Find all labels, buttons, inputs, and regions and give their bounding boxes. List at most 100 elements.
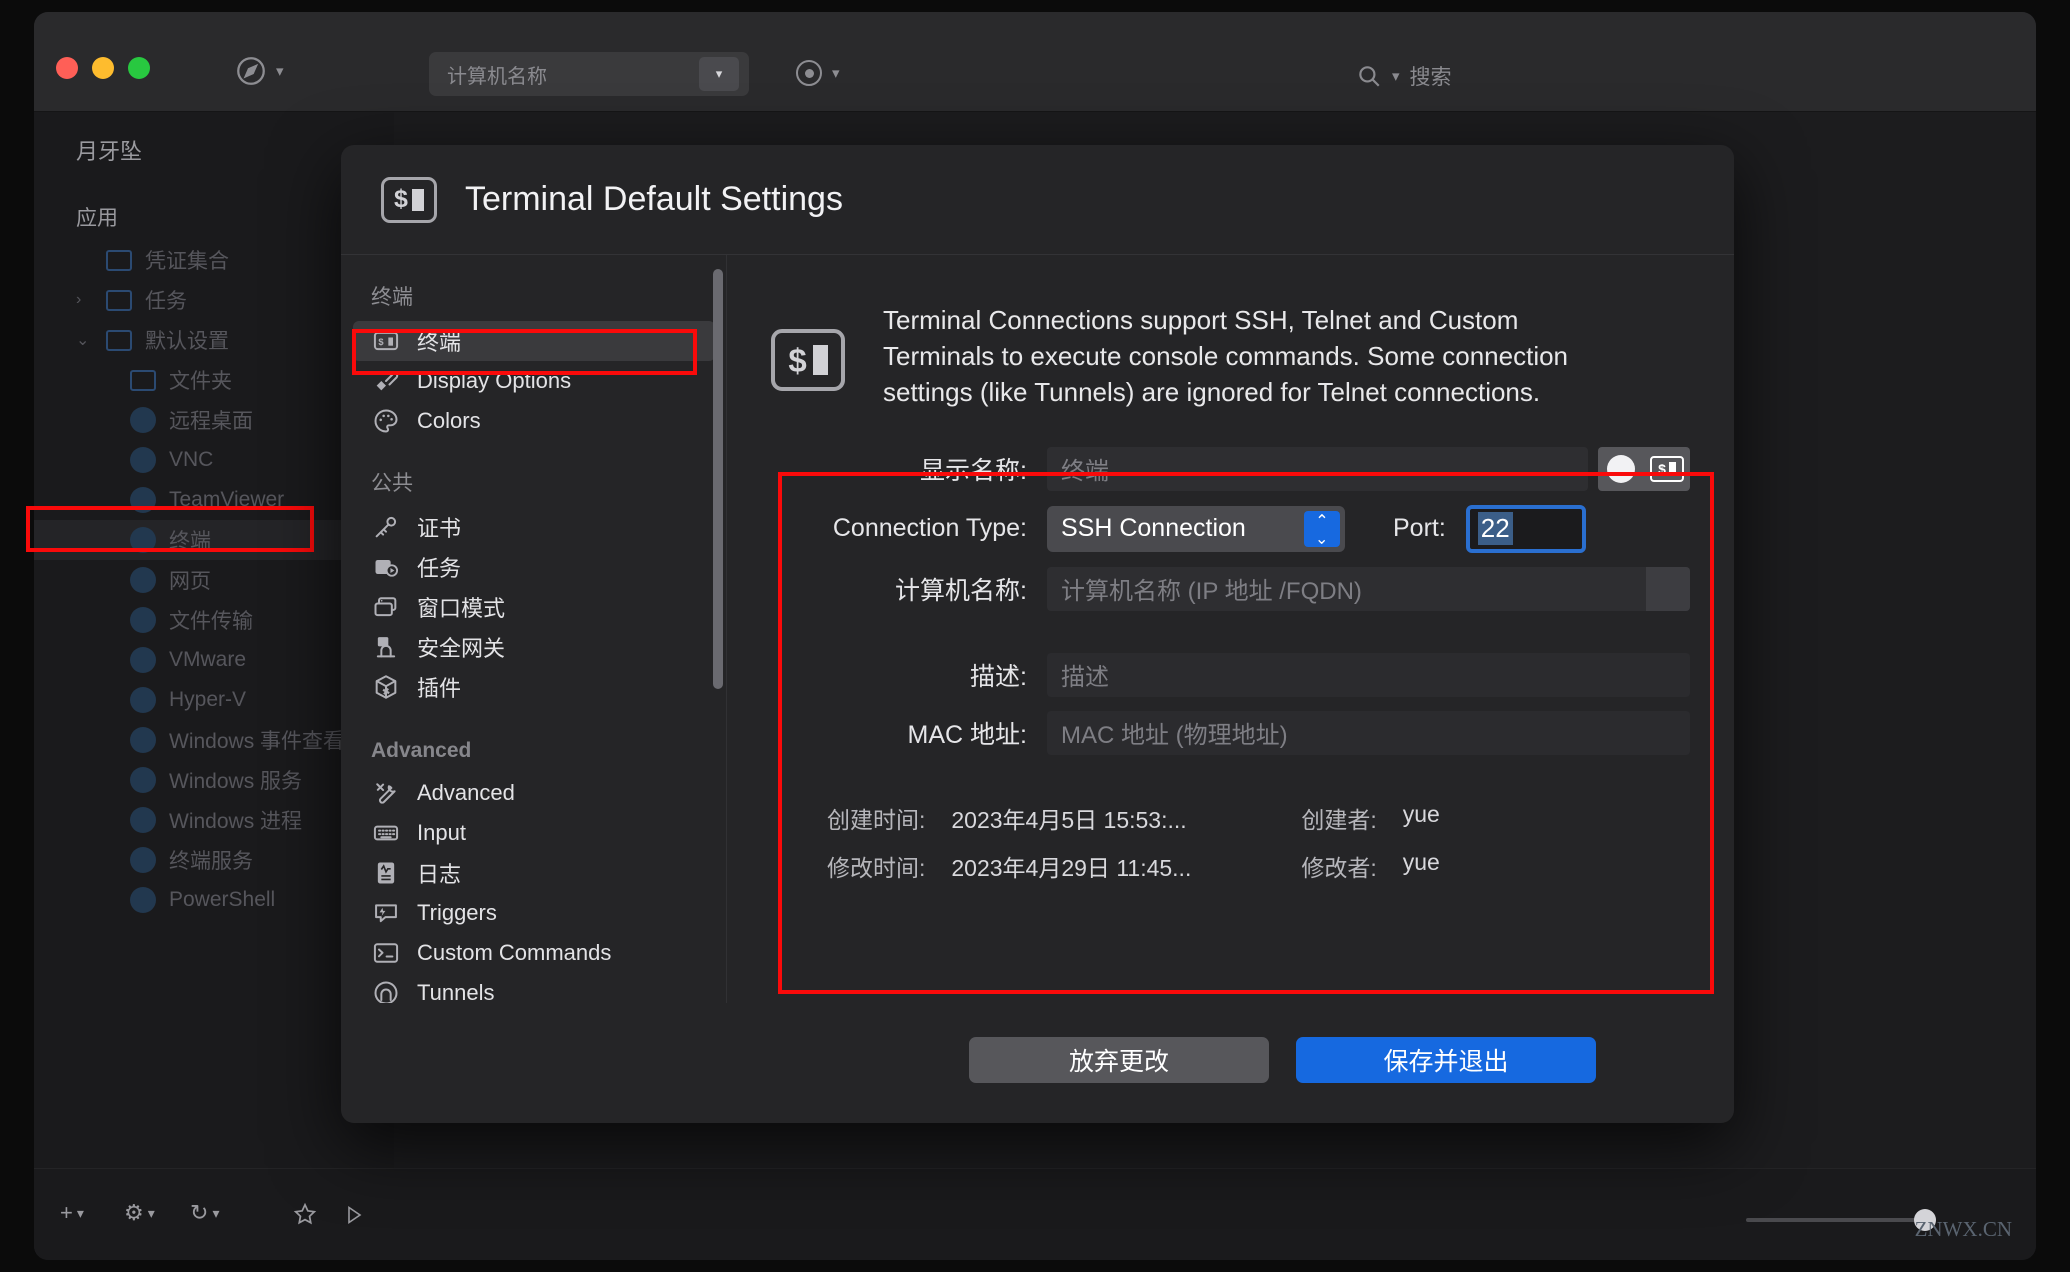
sidebar-item-文件夹[interactable]: 文件夹: [34, 360, 394, 400]
sidebar-item-windows-事件查看[interactable]: Windows 事件查看: [34, 720, 394, 760]
add-icon: +: [60, 1200, 73, 1225]
sidebar-item-label: TeamViewer: [169, 488, 285, 511]
display-name-input[interactable]: 终端: [1047, 446, 1588, 491]
computer-name-input[interactable]: 计算机名称 (IP 地址 /FQDN): [1047, 566, 1690, 611]
sidebar-item-label: Windows 进程: [169, 810, 303, 833]
close-window-button[interactable]: [56, 57, 78, 79]
sidebar-item-vmware[interactable]: VMware: [34, 640, 394, 680]
chevron-down-icon[interactable]: ▾: [1392, 67, 1400, 85]
sidebar-item-文件传输[interactable]: 文件传输: [34, 600, 394, 640]
nav-item-colors[interactable]: Colors: [353, 401, 715, 441]
settings-button[interactable]: ⚙ ▾: [124, 1200, 155, 1226]
add-button[interactable]: + ▾: [60, 1200, 84, 1226]
chevron-down-icon[interactable]: ▾: [832, 64, 840, 82]
record-icon[interactable]: [796, 60, 822, 86]
metadata-times: 创建时间: 2023年4月5日 15:53:... 修改时间: 2023年4月2…: [827, 801, 1191, 883]
terminal-icon-button[interactable]: $: [1644, 446, 1690, 491]
chevron-down-icon[interactable]: ▾: [276, 62, 284, 80]
dialog-nav: 终端 $ 终端 Display Options Colors 公共 证书 任务 窗口模式 安全网关…: [341, 255, 727, 1003]
computer-name-browse-button[interactable]: [1646, 566, 1690, 611]
chevron-updown-icon[interactable]: ⌃ ⌃: [1304, 510, 1340, 547]
intro-description: Terminal Connections support SSH, Telnet…: [883, 305, 1569, 407]
minimize-window-button[interactable]: [92, 57, 114, 79]
nav-item-安全网关[interactable]: 安全网关: [353, 627, 715, 667]
chevron-down-icon[interactable]: ▾: [699, 57, 739, 91]
globe-icon: [130, 807, 156, 833]
sidebar-item-vnc[interactable]: VNC: [34, 440, 394, 480]
search-placeholder: 搜索: [1409, 66, 1452, 89]
dialog-footer: 放弃更改 保存并退出: [341, 1003, 1734, 1123]
nav-item-日志[interactable]: 日志: [353, 853, 715, 893]
connection-type-select[interactable]: SSH Connection ⌃ ⌃: [1047, 505, 1345, 552]
save-and-exit-button[interactable]: 保存并退出: [1296, 1037, 1596, 1083]
sidebar-item-hyper-v[interactable]: Hyper-V: [34, 680, 394, 720]
history-button[interactable]: ↻ ▾: [190, 1200, 219, 1226]
run-button[interactable]: [342, 1203, 366, 1227]
nav-item-label: Tunnels: [417, 980, 495, 1003]
nav-item-插件[interactable]: 插件: [353, 667, 715, 707]
computer-name-combo-value: 计算机名称: [447, 65, 547, 88]
sidebar-item-label: 默认设置: [145, 330, 229, 353]
terminal-icon: $: [381, 176, 437, 223]
nav-item-窗口模式[interactable]: 窗口模式: [353, 587, 715, 627]
favorite-button[interactable]: [292, 1201, 318, 1227]
sidebar-item-终端[interactable]: 终端: [34, 520, 394, 560]
computer-name-combo[interactable]: 计算机名称 ▾: [429, 52, 749, 96]
sidebar-item-teamviewer[interactable]: TeamViewer: [34, 480, 394, 520]
compass-icon[interactable]: ▾: [234, 54, 284, 88]
search-bar[interactable]: ▾ 搜索: [1356, 56, 1976, 96]
terminal-icon: $: [371, 327, 401, 355]
nav-group-label: 公共: [371, 472, 413, 495]
globe-icon: [130, 887, 156, 913]
nav-item-任务[interactable]: 任务: [353, 547, 715, 587]
trigger-icon: [371, 899, 401, 927]
sidebar-item-windows-服务[interactable]: Windows 服务: [34, 760, 394, 800]
task-play-icon: [371, 553, 401, 581]
nav-item-triggers[interactable]: Triggers: [353, 893, 715, 933]
app-sidebar: 月牙坠 应用 凭证集合 › 任务 ⌄ 默认设置 文件夹 远程桌面 VNC TeamViewer 终…: [34, 112, 394, 1260]
sidebar-item-windows-进程[interactable]: Windows 进程: [34, 800, 394, 840]
globe-icon: [130, 447, 156, 473]
globe-icon: [130, 487, 156, 513]
created-time-label: 创建时间:: [827, 806, 926, 833]
nav-item-tunnels[interactable]: Tunnels: [353, 973, 715, 1003]
description-input[interactable]: 描述: [1047, 652, 1690, 697]
sidebar-item-网页[interactable]: 网页: [34, 560, 394, 600]
sidebar-item-label: PowerShell: [169, 888, 276, 911]
tunnel-icon: [371, 979, 401, 1003]
sidebar-item-远程桌面[interactable]: 远程桌面: [34, 400, 394, 440]
icon-picker-button[interactable]: [1598, 446, 1644, 491]
sidebar-item-凭证集合[interactable]: 凭证集合: [34, 240, 394, 280]
nav-scrollbar[interactable]: [713, 269, 723, 689]
sidebar-item-label: 文件传输: [169, 610, 253, 633]
brush-icon: [371, 367, 401, 395]
description-placeholder: 描述: [1061, 664, 1109, 692]
form-row-mac-address: MAC 地址: MAC 地址 (物理地址): [771, 710, 1690, 755]
nav-item-label: Triggers: [417, 900, 497, 925]
chevron-icon[interactable]: ›: [76, 291, 81, 309]
sidebar-item-默认设置[interactable]: ⌄ 默认设置: [34, 320, 394, 360]
nav-item-display-options[interactable]: Display Options: [353, 361, 715, 401]
app-bottom-toolbar: + ▾ ⚙ ▾ ↻ ▾ ZNWX.CN: [34, 1168, 2036, 1260]
window-traffic-lights[interactable]: [56, 57, 150, 79]
discard-changes-button[interactable]: 放弃更改: [969, 1037, 1269, 1083]
nav-item-label: 日志: [417, 862, 462, 887]
sidebar-item-label: VMware: [169, 648, 247, 671]
mac-address-input[interactable]: MAC 地址 (物理地址): [1047, 710, 1690, 755]
zoom-slider[interactable]: [1746, 1209, 1936, 1231]
sidebar-item-powershell[interactable]: PowerShell: [34, 880, 394, 920]
nav-item-advanced[interactable]: Advanced: [353, 773, 715, 813]
nav-item-label: Colors: [417, 408, 481, 433]
nav-item-终端[interactable]: $ 终端: [353, 321, 715, 361]
nav-item-label: Advanced: [417, 780, 515, 805]
created-time-value: 2023年4月5日 15:53:...: [951, 806, 1187, 833]
nav-item-custom-commands[interactable]: Custom Commands: [353, 933, 715, 973]
nav-item-input[interactable]: Input: [353, 813, 715, 853]
record-control[interactable]: ▾: [796, 60, 840, 86]
port-input[interactable]: 22: [1465, 504, 1586, 553]
maximize-window-button[interactable]: [128, 57, 150, 79]
sidebar-item-终端服务[interactable]: 终端服务: [34, 840, 394, 880]
sidebar-item-任务[interactable]: › 任务: [34, 280, 394, 320]
chevron-icon[interactable]: ⌄: [76, 330, 89, 350]
nav-item-证书[interactable]: 证书: [353, 507, 715, 547]
